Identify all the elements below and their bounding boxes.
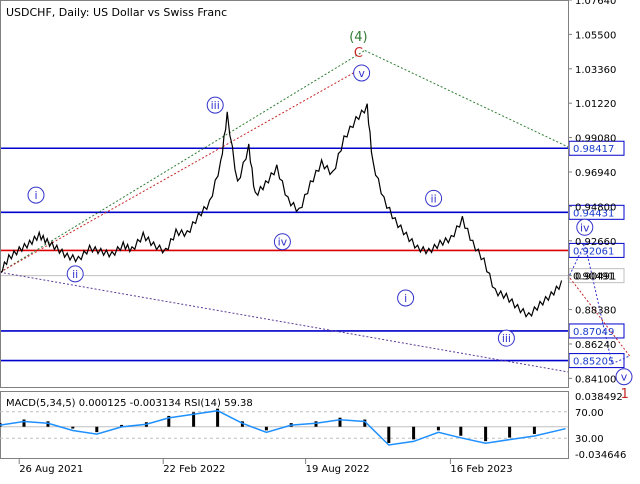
price-tick-label: 0.88380 — [575, 306, 616, 317]
wave-label: (4) — [349, 30, 367, 45]
wave-label: C — [354, 46, 363, 61]
indicator-label: MACD(5,34,5) 0.000125 -0.003134 RSI(14) … — [6, 398, 253, 409]
price-tick-label: 0.86240 — [575, 340, 616, 351]
indicator-tick-label: 0.038492 — [575, 392, 623, 403]
wave-label: ii — [72, 268, 78, 281]
wave-labels: iiiiiiivvC(4)iiiiiiivv1 — [27, 30, 633, 402]
price-tick-label: 0.92660 — [575, 237, 616, 248]
time-tick-label: 19 Aug 2022 — [306, 464, 370, 475]
price-tick-label: 1.01220 — [575, 99, 616, 110]
wave-label: i — [34, 189, 37, 202]
wave-label: v — [358, 67, 365, 80]
wave-label: v — [621, 371, 628, 384]
chart-frame — [0, 0, 569, 459]
wave-label: iv — [580, 221, 590, 234]
trend-line-red — [0, 66, 366, 273]
trend-line-lower — [0, 271, 569, 373]
price-series — [0, 103, 563, 319]
rsi-tick-label: 30.00 — [575, 434, 604, 445]
price-tick-label: 0.94800 — [575, 202, 616, 213]
wave-label: iii — [502, 332, 511, 345]
time-tick-label: 22 Feb 2022 — [163, 464, 225, 475]
price-line — [0, 103, 563, 319]
price-tick-label: 0.96940 — [575, 168, 616, 179]
macd-signal-line — [0, 409, 566, 446]
level-label: 0.85205 — [573, 357, 614, 368]
trend-line-green-down — [364, 50, 569, 148]
level-lines: 0.984170.944310.920610.904910.870490.852… — [0, 140, 625, 369]
chart-canvas: 0.98417 0.94431 0.92061 0.90491 0.87049 0.852… — [0, 0, 640, 480]
wave-label: iii — [211, 99, 220, 112]
wave-label: iv — [278, 236, 288, 249]
trend-line-green-up — [0, 50, 366, 273]
level-label: 0.87049 — [573, 327, 614, 338]
price-tick-label: 1.05500 — [575, 30, 616, 41]
price-tick-label: 1.03360 — [575, 65, 616, 76]
level-label: 0.98417 — [573, 144, 614, 155]
time-tick-label: 16 Feb 2023 — [450, 464, 512, 475]
wave-label: ii — [431, 192, 437, 205]
time-tick-label: 26 Aug 2021 — [19, 464, 83, 475]
wave-label: i — [404, 292, 407, 305]
chart-title: USDCHF, Daily: US Dollar vs Swiss Franc — [6, 6, 227, 19]
time-axis: 26 Aug 2021 22 Feb 2022 19 Aug 2022 16 Feb … — [18, 459, 513, 475]
rsi-tick-label: 70.00 — [575, 408, 604, 419]
price-tick-label: 0.84100 — [575, 374, 616, 385]
price-tick-label: 1.07640 — [575, 0, 616, 7]
price-tick-label: 0.90491 — [575, 272, 616, 283]
price-tick-label: 0.99080 — [575, 134, 616, 145]
wave-lines — [0, 50, 630, 373]
indicator-tick-label: -0.034646 — [575, 450, 626, 461]
